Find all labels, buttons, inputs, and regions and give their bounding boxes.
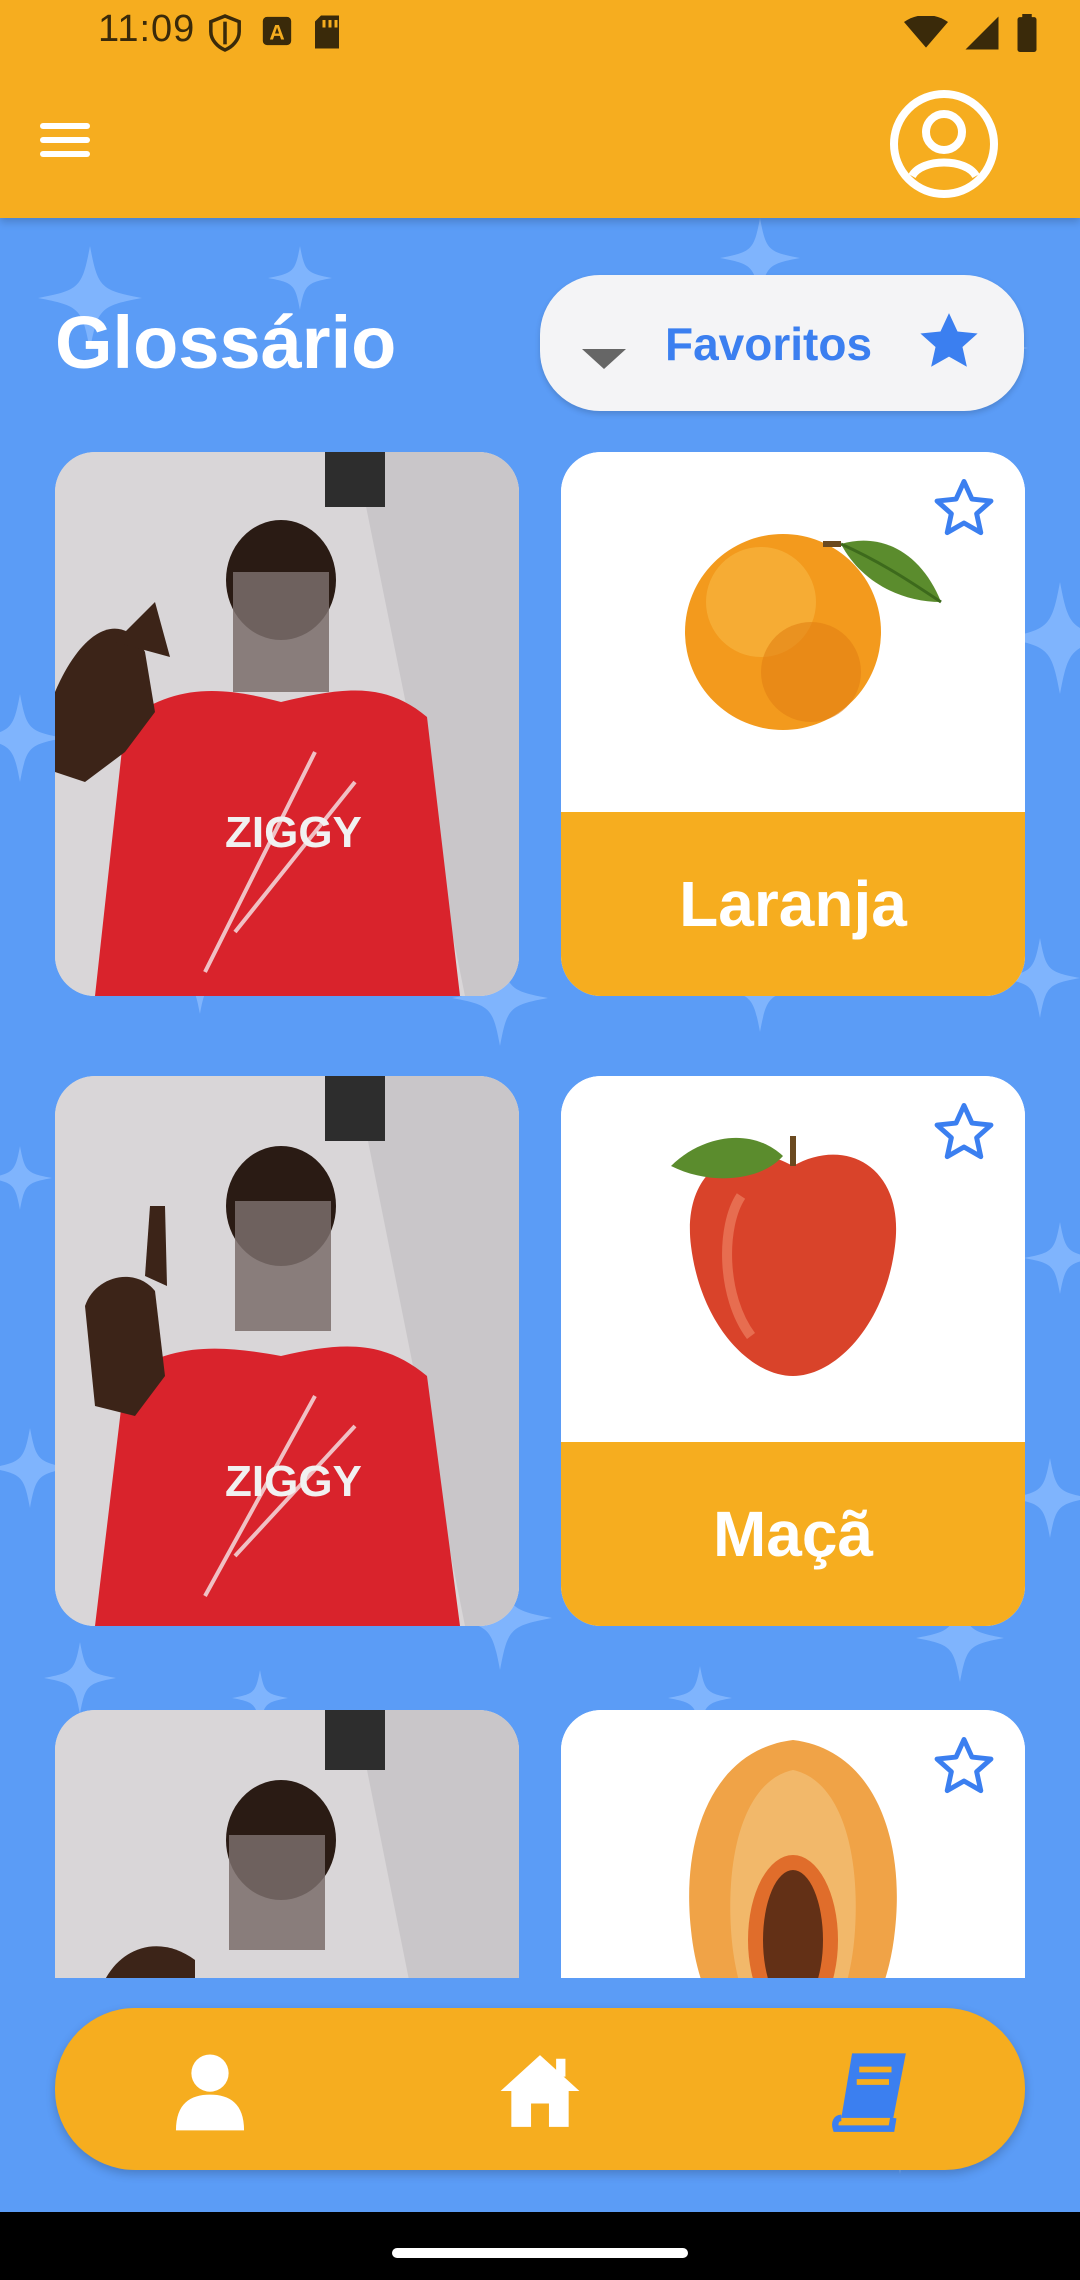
book-icon [832,2053,906,2132]
app-bar: 11:09 A [0,0,1080,218]
star-outline-icon[interactable] [931,1734,997,1800]
caret-down-icon [582,349,626,369]
filter-label: Favoritos [665,318,873,370]
menu-button[interactable] [40,115,102,171]
glossary-row [55,1710,1025,1978]
sign-video-thumbnail[interactable]: ZIGGY [55,452,519,996]
glossary-row: ZIGGY Maçã [55,1076,1025,1626]
star-outline-icon[interactable] [931,1100,997,1166]
word-label: Laranja [679,868,907,940]
word-label: Maçã [712,1498,874,1570]
nav-glossary-button[interactable] [825,2048,915,2134]
shield-icon [209,14,241,52]
word-card[interactable] [561,1710,1025,1978]
signer-image: ZIGGY [55,1076,519,1626]
screen: 11:09 A Glossário Favoritos ZIGGY Laranj… [0,0,1080,2280]
signer-image [55,1710,519,1978]
sd-card-icon [315,15,339,49]
word-card[interactable]: Maçã [561,1076,1025,1626]
word-card[interactable]: Laranja [561,452,1025,996]
home-icon [500,2055,580,2127]
wifi-icon [904,16,948,48]
glossary-row: ZIGGY Laranja [55,452,1025,996]
person-icon [175,2054,245,2131]
glossary-list[interactable]: ZIGGY Laranja ZIGGY Maçã [0,452,1080,1978]
star-filled-icon [920,313,978,367]
account-circle-icon [890,90,998,198]
bottom-navigation [55,2008,1025,2170]
system-navigation-bar [0,2212,1080,2280]
font-icon: A [262,16,292,46]
page-title: Glossário [55,301,397,384]
favorites-filter-dropdown[interactable]: Favoritos [540,275,1024,411]
status-icons-left: A [208,14,342,52]
star-outline-icon[interactable] [931,476,997,542]
battery-icon [1017,14,1037,52]
profile-button[interactable] [888,88,1000,200]
status-icons-right [904,14,1038,52]
signer-image: ZIGGY [55,452,519,996]
nav-home-button[interactable] [495,2048,585,2134]
svg-text:ZIGGY: ZIGGY [225,1457,362,1506]
signal-icon [965,16,999,50]
menu-icon [40,123,102,157]
svg-text:A: A [269,21,284,45]
svg-text:ZIGGY: ZIGGY [225,808,362,857]
sign-video-thumbnail[interactable]: ZIGGY [55,1076,519,1626]
home-gesture-handle[interactable] [392,2248,688,2258]
status-time: 11:09 [98,8,196,50]
sign-video-thumbnail[interactable] [55,1710,519,1978]
nav-profile-button[interactable] [165,2048,255,2134]
